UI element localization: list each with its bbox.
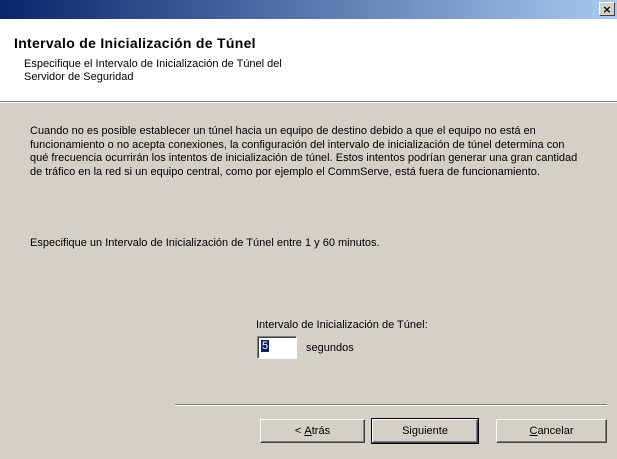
tunnel-interval-label: Intervalo de Inicialización de Túnel: bbox=[256, 319, 428, 331]
footer-divider bbox=[175, 404, 607, 406]
cancel-button-rest: ancelar bbox=[537, 425, 574, 437]
next-button[interactable]: Siguiente bbox=[371, 418, 479, 444]
close-button[interactable]: × bbox=[599, 2, 615, 16]
close-icon: × bbox=[602, 2, 612, 16]
instruction-text: Especifique un Intervalo de Inicializaci… bbox=[30, 237, 380, 249]
tunnel-interval-input[interactable]: 5 bbox=[257, 336, 297, 359]
next-button-label: Siguiente bbox=[402, 425, 448, 437]
page-subtitle: Especifique el Intervalo de Inicializaci… bbox=[24, 58, 354, 84]
back-button[interactable]: < Atrás bbox=[260, 419, 365, 443]
tunnel-interval-unit: segundos bbox=[306, 342, 354, 354]
description-text: Cuando no es posible establecer un túnel… bbox=[30, 125, 578, 178]
wizard-header: Intervalo de Inicialización de Túnel Esp… bbox=[0, 19, 617, 101]
page-subtitle-line1: Especifique el Intervalo de Inicializaci… bbox=[24, 58, 282, 70]
page-title: Intervalo de Inicialización de Túnel bbox=[14, 35, 256, 51]
back-button-accel: A bbox=[304, 425, 312, 437]
back-button-prefix: < bbox=[294, 425, 305, 437]
header-divider bbox=[0, 101, 617, 103]
tunnel-interval-value: 5 bbox=[261, 340, 270, 352]
cancel-button-accel: C bbox=[529, 425, 538, 437]
page-subtitle-line2: Servidor de Seguridad bbox=[24, 71, 134, 83]
back-button-rest: trás bbox=[311, 425, 331, 437]
cancel-button[interactable]: Cancelar bbox=[496, 419, 607, 443]
title-bar: × bbox=[0, 0, 617, 19]
